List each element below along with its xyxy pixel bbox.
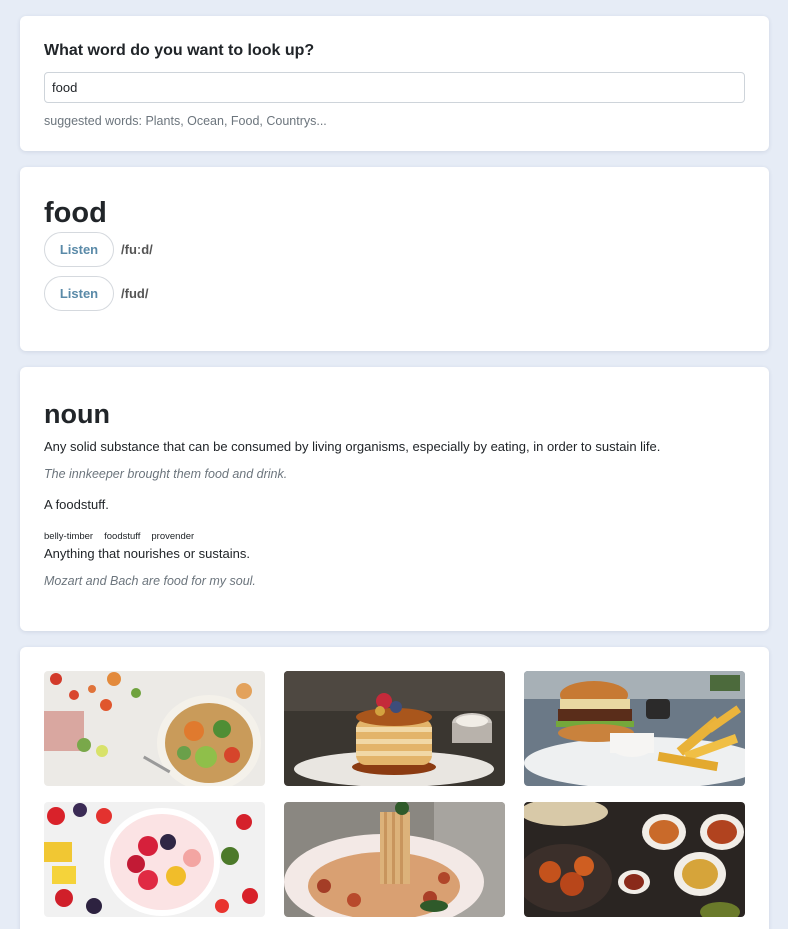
synonyms-list: belly-timber foodstuff provender xyxy=(44,531,745,543)
listen-button[interactable]: Listen xyxy=(44,275,114,311)
phonetic-row: Listen /fud/ xyxy=(44,275,745,311)
meaning-card: noun Any solid substance that can be con… xyxy=(20,367,769,631)
synonym: provender xyxy=(151,531,195,542)
part-of-speech: noun xyxy=(44,399,110,429)
phonetic-row: Listen /fuːd/ xyxy=(44,231,745,267)
images-card xyxy=(20,647,769,929)
word-card: food Listen /fuːd/ Listen /fud/ xyxy=(20,167,769,351)
synonym: foodstuff xyxy=(104,531,141,542)
burger-fries-photo[interactable] xyxy=(524,671,745,786)
suggested-words: suggested words: Plants, Ocean, Food, Co… xyxy=(44,114,327,128)
definition-example: The innkeeper brought them food and drin… xyxy=(44,467,288,481)
fruit-bowl-photo[interactable] xyxy=(44,802,265,917)
definition-text: A foodstuff. xyxy=(44,497,109,512)
definition-text: Any solid substance that can be consumed… xyxy=(44,439,661,454)
definition-text: Anything that nourishes or sustains. xyxy=(44,546,250,561)
image-grid xyxy=(44,671,745,917)
indian-dishes-photo[interactable] xyxy=(524,802,745,917)
search-card: What word do you want to look up? sugges… xyxy=(20,16,769,151)
search-heading: What word do you want to look up? xyxy=(44,42,315,59)
phonetic-text: /fuːd/ xyxy=(121,241,153,257)
salad-bowl-photo[interactable] xyxy=(44,671,265,786)
search-input[interactable] xyxy=(44,72,745,103)
definition-example: Mozart and Bach are food for my soul. xyxy=(44,574,256,588)
phonetic-text: /fud/ xyxy=(121,285,149,301)
pancakes-photo[interactable] xyxy=(284,671,505,786)
synonym: belly-timber xyxy=(44,531,94,542)
word-title: food xyxy=(44,197,107,229)
listen-button[interactable]: Listen xyxy=(44,231,114,267)
spaghetti-photo[interactable] xyxy=(284,802,505,917)
